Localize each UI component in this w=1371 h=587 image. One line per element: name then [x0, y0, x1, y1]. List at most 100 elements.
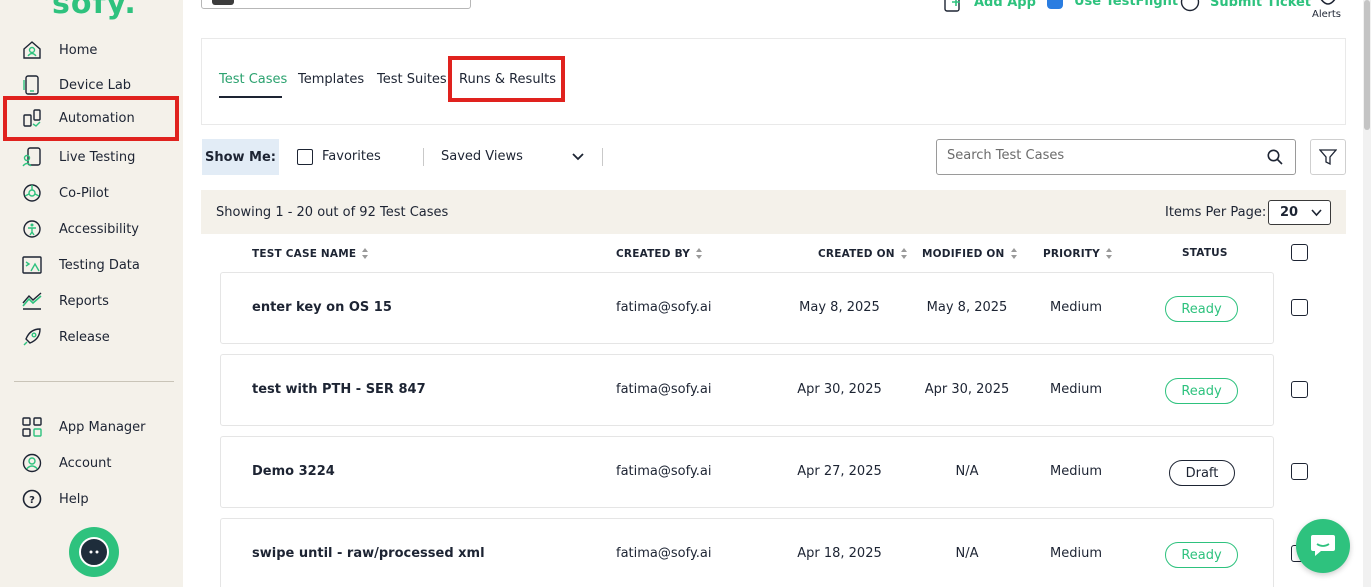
reports-icon: [22, 292, 42, 310]
status-badge: Ready: [1165, 378, 1238, 404]
items-per-page-select[interactable]: 20: [1268, 200, 1331, 225]
sidebar-item-label: Device Lab: [59, 77, 132, 93]
column-header-created-on[interactable]: CREATED ON: [818, 247, 908, 260]
alerts-label[interactable]: Alerts: [1312, 9, 1341, 20]
column-header-label: CREATED BY: [616, 247, 691, 260]
column-header-modified-on[interactable]: MODIFIED ON: [922, 247, 1018, 260]
sidebar-item-label: Automation: [59, 111, 135, 126]
created-by: fatima@sofy.ai: [616, 546, 712, 561]
test-case-name[interactable]: Demo 3224: [252, 464, 335, 479]
created-by: fatima@sofy.ai: [616, 300, 712, 315]
phone-icon: [23, 75, 39, 95]
filter-icon: [1319, 149, 1337, 166]
sidebar-item-label: Live Testing: [59, 149, 136, 165]
column-header-priority[interactable]: PRIORITY: [1043, 247, 1113, 260]
tabs-card: Test Cases Templates Test Suites Runs & …: [201, 38, 1346, 125]
column-header-label: CREATED ON: [818, 247, 895, 260]
test-case-name[interactable]: swipe until - raw/processed xml: [252, 546, 485, 561]
filter-separator: [423, 148, 424, 166]
test-case-name[interactable]: test with PTH - SER 847: [252, 382, 426, 397]
add-app-button[interactable]: Add App: [944, 0, 1036, 12]
automation-icon: [23, 109, 41, 127]
accessibility-icon: [23, 220, 41, 238]
page-scrollbar[interactable]: [1363, 0, 1371, 587]
modified-on: N/A: [955, 464, 979, 479]
row-checkbox[interactable]: [1291, 381, 1308, 398]
account-icon: [22, 453, 42, 473]
priority: Medium: [1050, 464, 1102, 479]
sidebar-item-label: Account: [59, 455, 112, 471]
copilot-icon: [23, 184, 41, 202]
column-header-name[interactable]: TEST CASE NAME: [252, 247, 369, 260]
table-row[interactable]: swipe until - raw/processed xml fatima@s…: [220, 518, 1274, 587]
sort-icon: [362, 248, 369, 259]
created-by: fatima@sofy.ai: [616, 464, 712, 479]
sidebar-item-testing-data[interactable]: Testing Data: [0, 247, 183, 283]
search-box[interactable]: [936, 139, 1296, 175]
assistant-face-icon: [79, 537, 109, 567]
table-row[interactable]: Demo 3224 fatima@sofy.ai Apr 27, 2025 N/…: [220, 436, 1274, 508]
filter-button[interactable]: [1310, 139, 1346, 175]
status-badge: Ready: [1165, 542, 1238, 568]
priority: Medium: [1050, 546, 1102, 561]
assistant-avatar-button[interactable]: [69, 527, 119, 577]
testing-data-icon: [22, 256, 42, 274]
modified-on: May 8, 2025: [926, 300, 1008, 315]
sidebar-item-reports[interactable]: Reports: [0, 283, 183, 319]
created-by: fatima@sofy.ai: [616, 382, 712, 397]
sidebar-item-app-manager[interactable]: App Manager: [0, 409, 183, 445]
tab-runs-results[interactable]: Runs & Results: [459, 72, 556, 87]
scrollbar-thumb[interactable]: [1364, 0, 1370, 130]
app-icon: [212, 0, 234, 5]
search-icon[interactable]: [1267, 149, 1283, 165]
row-checkbox[interactable]: [1291, 463, 1308, 480]
status-badge: Draft: [1169, 460, 1235, 486]
saved-views-dropdown[interactable]: Saved Views: [441, 149, 523, 164]
app-selector[interactable]: [201, 0, 471, 9]
sort-icon: [696, 248, 703, 259]
modified-on: Apr 30, 2025: [924, 382, 1010, 397]
sidebar-item-live-testing[interactable]: Live Testing: [0, 139, 183, 175]
sidebar: sofy. Home Device Lab Automation Live Te…: [0, 0, 183, 587]
submit-ticket-button[interactable]: Submit Ticket: [1180, 0, 1311, 12]
filter-separator: [602, 148, 603, 166]
priority: Medium: [1050, 300, 1102, 315]
tab-test-cases[interactable]: Test Cases: [219, 72, 287, 87]
sidebar-item-label: Home: [59, 42, 98, 58]
search-input[interactable]: [947, 148, 1247, 163]
use-testflight-label: Use TestFlight: [1074, 0, 1179, 9]
column-header-label: MODIFIED ON: [922, 247, 1005, 260]
column-header-label: STATUS: [1182, 247, 1228, 259]
live-testing-icon: [22, 147, 41, 167]
sidebar-item-accessibility[interactable]: Accessibility: [0, 211, 183, 247]
rocket-icon: [23, 328, 41, 346]
created-on: May 8, 2025: [799, 300, 880, 315]
table-row[interactable]: test with PTH - SER 847 fatima@sofy.ai A…: [220, 354, 1274, 426]
results-count: Showing 1 - 20 out of 92 Test Cases: [216, 205, 449, 220]
sidebar-item-label: Accessibility: [59, 221, 139, 237]
sidebar-item-label: Reports: [59, 293, 109, 309]
chat-button[interactable]: [1296, 519, 1350, 573]
sidebar-item-release[interactable]: Release: [0, 319, 183, 355]
sidebar-item-automation[interactable]: Automation: [3, 96, 179, 141]
sidebar-item-label: Testing Data: [59, 257, 140, 273]
favorites-label[interactable]: Favorites: [322, 149, 381, 164]
chevron-down-icon[interactable]: [572, 152, 584, 162]
column-header-created-by[interactable]: CREATED BY: [616, 247, 703, 260]
sidebar-item-account[interactable]: Account: [0, 445, 183, 481]
sidebar-item-help[interactable]: ? Help: [0, 481, 183, 517]
sofy-logo: sofy.: [52, 0, 137, 21]
bell-icon[interactable]: [1316, 0, 1340, 8]
select-all-checkbox[interactable]: [1291, 244, 1308, 261]
favorites-checkbox[interactable]: [297, 149, 313, 165]
table-row[interactable]: enter key on OS 15 fatima@sofy.ai May 8,…: [220, 272, 1274, 344]
tab-test-suites[interactable]: Test Suites: [377, 72, 447, 87]
sidebar-item-label: Release: [59, 329, 110, 345]
test-case-name[interactable]: enter key on OS 15: [252, 300, 392, 315]
tab-templates[interactable]: Templates: [298, 72, 364, 87]
sidebar-item-home[interactable]: Home: [0, 32, 183, 68]
sidebar-item-co-pilot[interactable]: Co-Pilot: [0, 175, 183, 211]
priority: Medium: [1050, 382, 1102, 397]
row-checkbox[interactable]: [1291, 299, 1308, 316]
use-testflight-button[interactable]: Use TestFlight: [1046, 0, 1178, 10]
